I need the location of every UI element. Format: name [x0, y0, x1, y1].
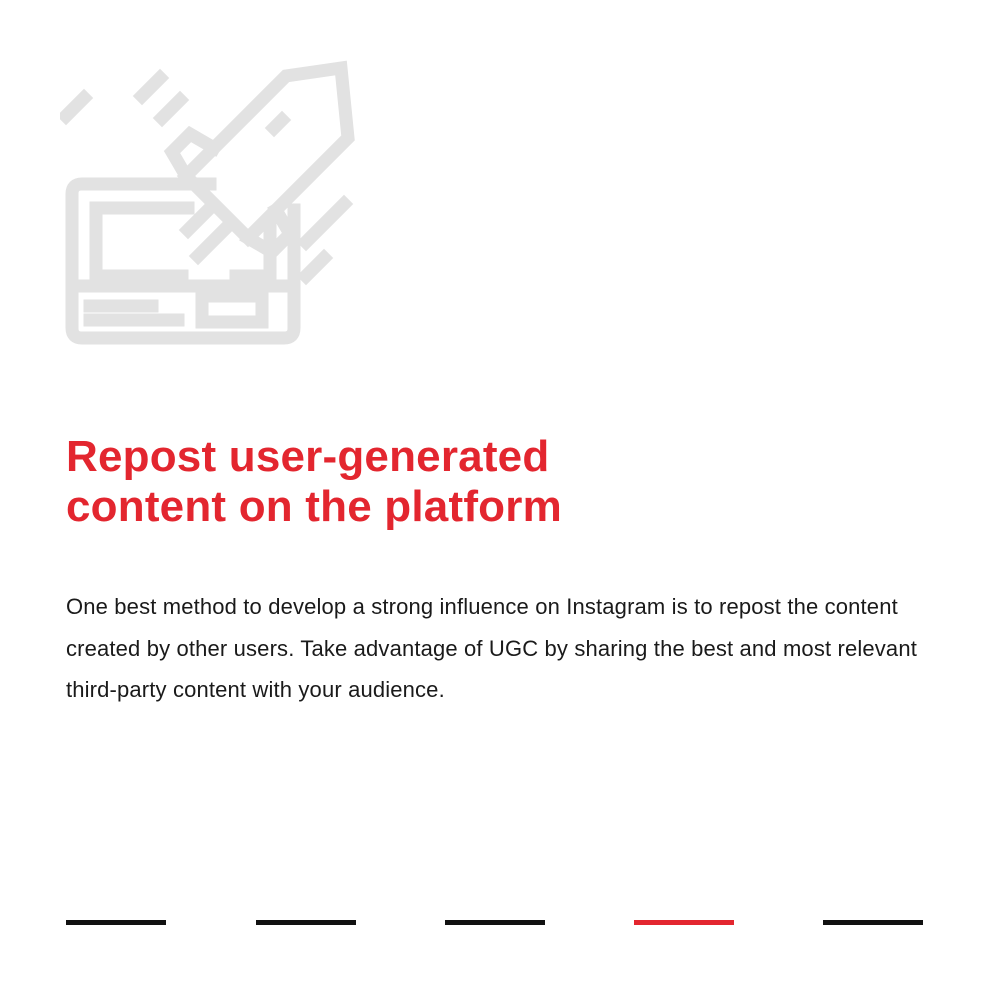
- headline-line-2: content on the platform: [66, 482, 562, 531]
- headline: Repost user-generated content on the pla…: [66, 432, 946, 532]
- pager-dash-3[interactable]: [445, 920, 545, 925]
- pager-dash-4-active[interactable]: [634, 920, 734, 925]
- headline-line-1: Repost user-generated: [66, 432, 550, 481]
- rocket-laptop-illustration: [60, 58, 360, 350]
- pager-dash-5[interactable]: [823, 920, 923, 925]
- body-paragraph: One best method to develop a strong infl…: [66, 594, 917, 702]
- pager-dash-2[interactable]: [256, 920, 356, 925]
- rocket-launch-icon: [60, 60, 355, 345]
- slide-pager: [0, 920, 1001, 926]
- pager-dash-1[interactable]: [66, 920, 166, 925]
